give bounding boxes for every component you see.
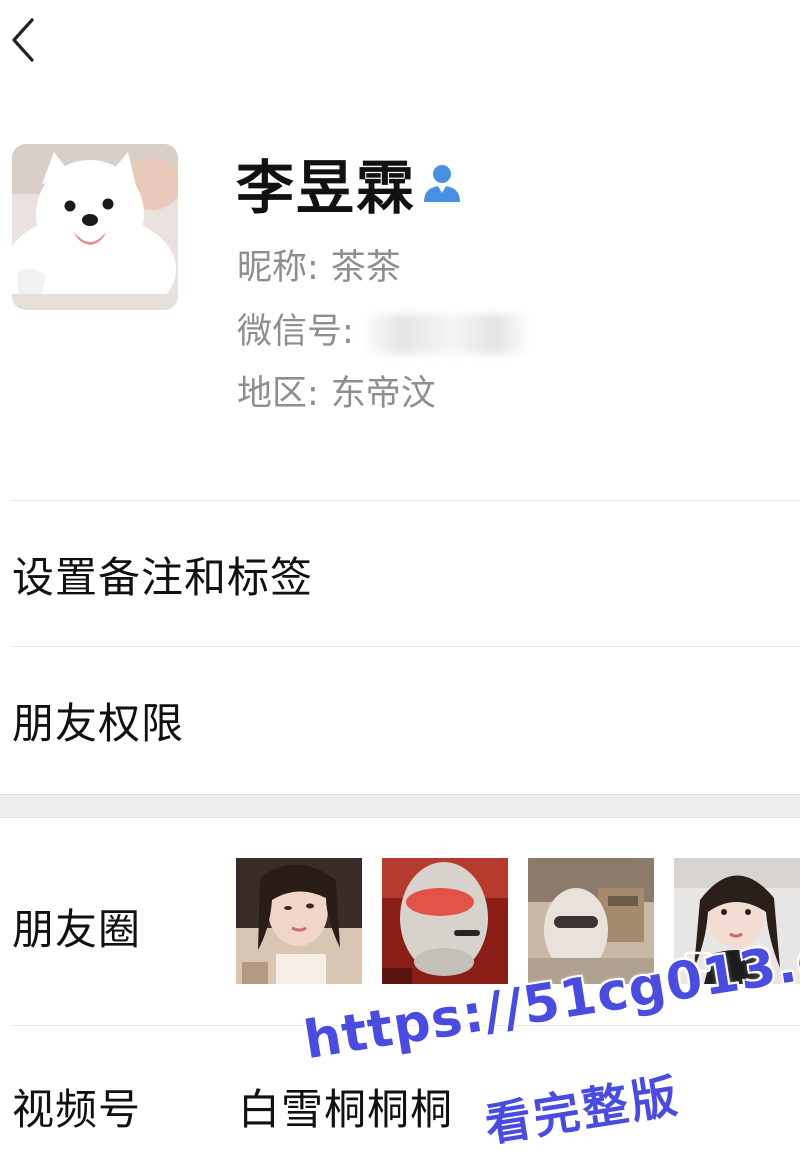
nickname-row: 昵称: 茶茶: [237, 244, 401, 292]
friend-permissions-label: 朋友权限: [12, 698, 185, 748]
contact-name: 李昱霖: [236, 154, 417, 222]
wechat-id-redacted: [360, 314, 530, 354]
remarks-tags-label: 设置备注和标签: [12, 552, 314, 602]
section-separator: [0, 794, 800, 818]
wechat-id-label: 微信号:: [237, 312, 354, 352]
nickname-value: 茶茶: [330, 248, 401, 288]
moments-thumbnail: [382, 858, 508, 984]
back-button[interactable]: [4, 14, 44, 66]
divider: [12, 500, 800, 501]
person-icon: [424, 165, 460, 202]
region-label: 地区:: [237, 374, 319, 414]
wechat-id-row: 微信号:: [237, 308, 354, 356]
remarks-tags-item[interactable]: 设置备注和标签: [12, 502, 800, 646]
moments-thumbnail: [236, 858, 362, 984]
channels-label: 视频号: [12, 1085, 142, 1134]
nickname-label: 昵称:: [237, 248, 319, 288]
region-row: 地区: 东帝汶: [237, 370, 436, 418]
moments-label: 朋友圈: [12, 905, 142, 954]
divider: [12, 646, 800, 647]
chevron-left-icon: [12, 18, 34, 62]
friend-permissions-item[interactable]: 朋友权限: [12, 648, 800, 792]
avatar[interactable]: [12, 144, 178, 310]
channels-account-name: 白雪桐桐桐: [238, 1085, 454, 1134]
region-value: 东帝汶: [330, 374, 436, 414]
